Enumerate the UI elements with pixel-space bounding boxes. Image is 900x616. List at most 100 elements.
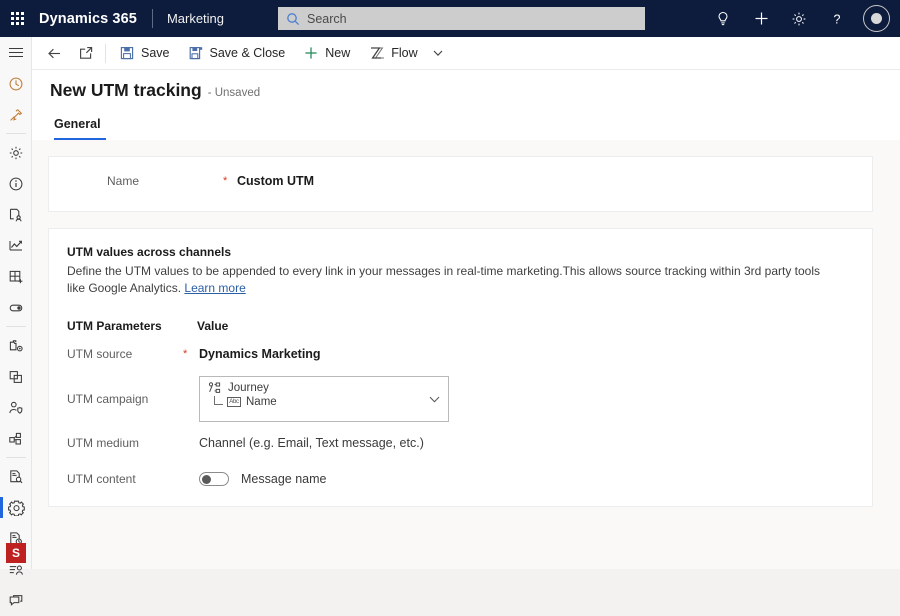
command-bar: Save Save & Close New Flow [32,37,900,70]
sidebar-item-feature-switches[interactable] [0,292,32,323]
puzzle-gear-icon [7,500,25,516]
s-badge-icon[interactable]: S [6,543,26,563]
flow-label: Flow [391,46,418,60]
rail-divider [6,457,26,458]
lightbulb-icon [718,11,728,25]
sidebar-item-settings[interactable] [0,137,32,168]
sidebar-item-site-map[interactable] [0,37,32,68]
sidebar-item-pinned[interactable] [0,99,32,130]
brand-title[interactable]: Dynamics 365 [39,11,137,27]
top-navigation-bar: Dynamics 365 Marketing Search ? [0,0,900,37]
form-body: Name * Custom UTM UTM values across chan… [32,140,900,569]
chevron-down-icon [433,50,443,57]
learn-more-link[interactable]: Learn more [184,281,245,295]
sidebar-item-templates[interactable] [0,361,32,392]
name-section-card: Name * Custom UTM [48,156,873,212]
utm-content-toggle[interactable] [199,472,229,486]
sidebar-item-contacts[interactable] [0,199,32,230]
chevron-down-icon [429,396,440,403]
svg-text:?: ? [834,12,841,26]
utm-source-label: UTM source [67,347,133,361]
record-header: New UTM tracking - Unsaved General [32,70,900,140]
utm-campaign-combobox[interactable]: Journey Abc Name [199,376,449,422]
analytics-chart-icon [9,240,22,251]
combobox-chevron[interactable] [428,393,441,406]
sidebar-item-utm-tracking[interactable] [0,492,32,523]
tab-general-label: General [54,117,101,131]
left-navigation-rail: S [0,37,32,606]
tree-elbow-icon [214,396,223,405]
save-button[interactable]: Save [110,38,179,69]
utm-medium-row: UTM medium Channel (e.g. Email, Text mes… [67,436,854,450]
global-search-box[interactable]: Search [278,7,645,30]
combobox-primary-line: Journey [208,382,440,394]
sidebar-item-asset-settings[interactable] [0,330,32,361]
new-label: New [325,46,351,60]
lightbulb-button[interactable] [704,0,742,37]
search-placeholder: Search [307,11,347,26]
help-button[interactable]: ? [818,0,856,37]
column-header-value: Value [197,319,229,333]
person-shield-icon [9,401,23,414]
search-icon [287,12,300,25]
combobox-secondary-line: Abc Name [208,396,440,408]
sidebar-item-overview[interactable] [0,168,32,199]
topbar-actions: ? [704,0,896,37]
settings-button[interactable] [780,0,818,37]
command-divider [105,43,106,63]
sidebar-item-analytics[interactable] [0,230,32,261]
gear-icon [9,146,23,159]
document-search-icon [10,469,23,483]
info-circle-icon [9,177,23,190]
column-header-parameter: UTM Parameters [67,319,162,333]
sidebar-item-consent[interactable] [0,392,32,423]
utm-section-title: UTM values across channels [67,245,232,259]
name-field-value[interactable]: Custom UTM [237,174,314,188]
avatar [862,5,890,32]
sidebar-item-audit[interactable] [0,461,32,492]
plus-icon [755,12,767,25]
new-record-button[interactable] [742,0,780,37]
save-and-close-icon [189,47,202,60]
utm-description-text: Define the UTM values to be appended to … [67,264,821,295]
sidebar-item-segments[interactable] [0,423,32,454]
abc-text-field-icon: Abc [227,397,241,407]
utm-section-card: UTM values across channels Define the UT… [48,228,873,507]
utm-medium-label: UTM medium [67,436,140,450]
utm-section-description: Define the UTM values to be appended to … [67,263,827,297]
contact-person-document-icon [9,208,22,221]
save-and-close-label: Save & Close [209,46,286,60]
chat-bubble-icon [9,594,23,606]
form-scrollbar[interactable] [895,140,900,569]
user-avatar-button[interactable] [856,0,896,37]
name-field-label: Name [107,174,140,188]
utm-campaign-row: UTM campaign Journey Abc Name [67,376,854,422]
flow-icon [371,47,385,59]
new-button[interactable]: New [294,38,359,69]
toggle-switch-icon [9,304,23,311]
save-and-close-button[interactable]: Save & Close [179,38,295,69]
pin-icon [10,108,23,121]
copy-duplicate-icon [9,370,22,383]
gear-icon [792,12,806,25]
flow-more-button[interactable] [427,38,449,69]
avatar-initials [870,13,882,24]
utm-content-row: UTM content Message name [67,472,854,486]
popout-button[interactable] [70,38,101,69]
tab-general[interactable]: General [50,111,111,140]
sidebar-item-new-grid[interactable] [0,261,32,292]
toggle-knob [202,474,211,484]
flow-button[interactable]: Flow [359,38,426,69]
utm-source-value[interactable]: Dynamics Marketing [199,347,321,361]
rail-bottom-area: S [0,543,32,563]
folder-gear-icon [9,339,23,351]
back-button[interactable] [39,38,70,69]
page-title: New UTM tracking - Unsaved [50,80,260,101]
sidebar-item-messages[interactable] [0,585,32,616]
record-status-text: - Unsaved [207,87,261,99]
app-name-label[interactable]: Marketing [167,11,224,26]
hamburger-menu-icon [9,47,23,58]
sidebar-item-recent[interactable] [0,68,32,99]
recent-clock-icon [9,77,23,90]
app-launcher-button[interactable] [0,0,34,37]
